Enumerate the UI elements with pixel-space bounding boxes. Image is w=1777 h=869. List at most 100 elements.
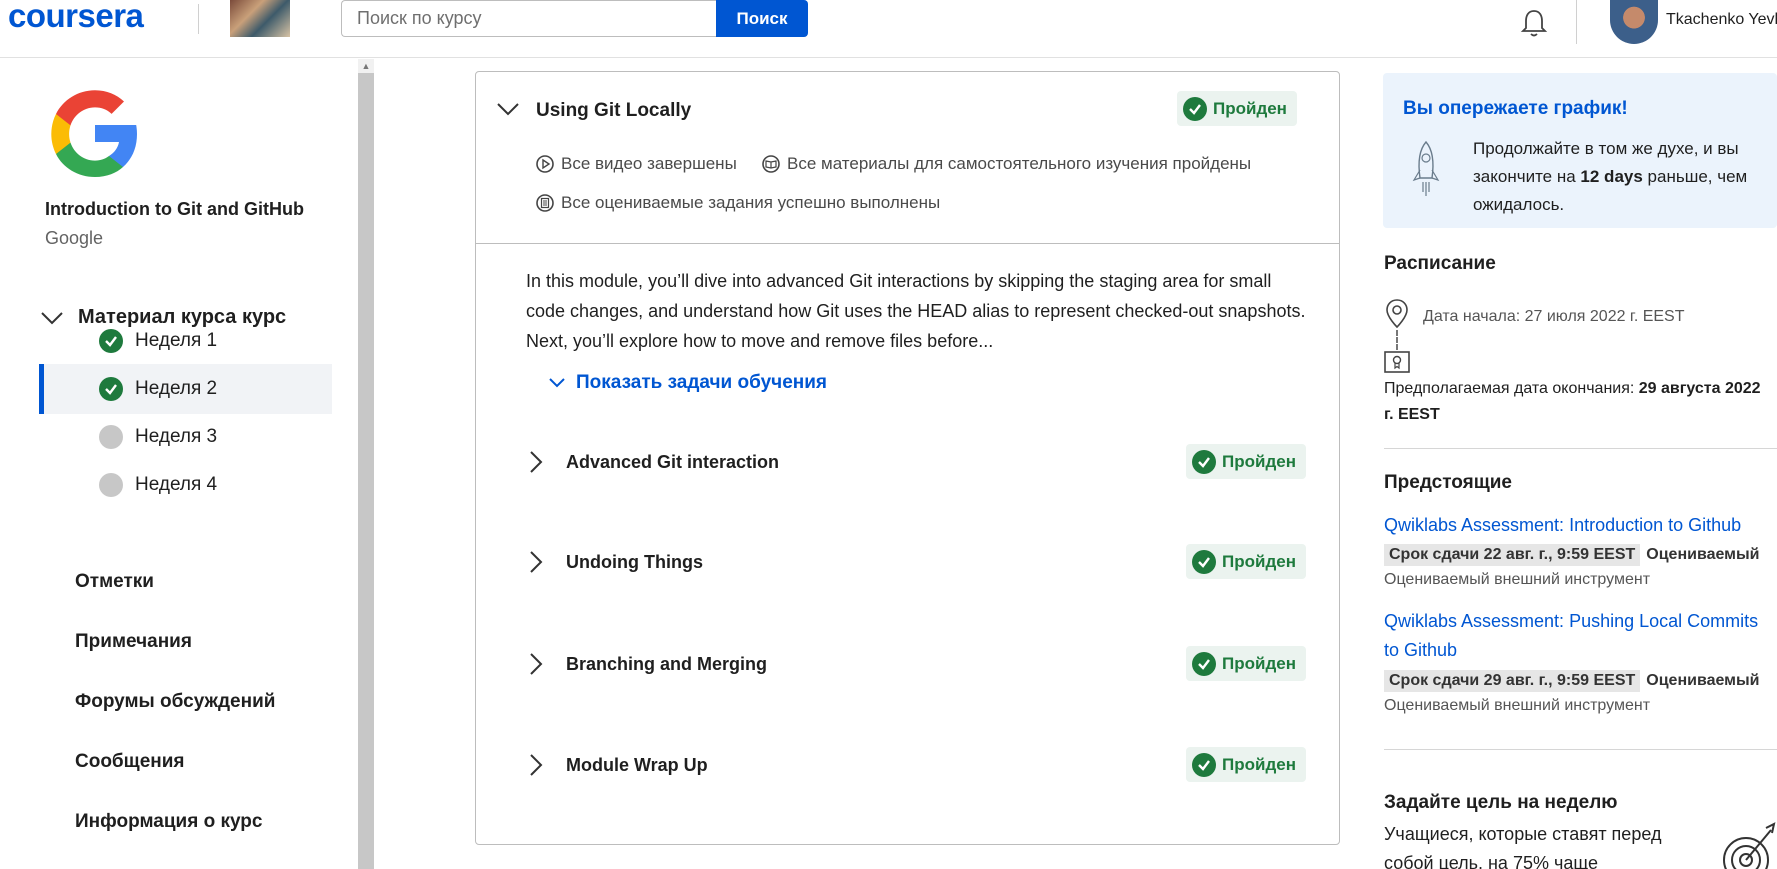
upcoming-assignment-link[interactable]: Qwiklabs Assessment: Introduction to Git… (1384, 511, 1777, 540)
chevron-right-icon (530, 551, 543, 573)
lesson-row[interactable]: Module Wrap Up Пройден (526, 745, 1306, 785)
ahead-title: Вы опережаете график! (1403, 98, 1628, 119)
course-title[interactable]: Introduction to Git and GitHub (45, 199, 304, 220)
assignment-type: Оцениваемый внешний инструмент (1384, 697, 1651, 714)
due-date-badge: Срок сдачи 29 авг. г., 9:59 EEST (1384, 670, 1641, 692)
chevron-right-icon (530, 653, 543, 675)
sidebar-link-grades[interactable]: Отметки (75, 571, 154, 593)
avatar[interactable] (1610, 0, 1658, 44)
upcoming-assignment-link[interactable]: Qwiklabs Assessment: Pushing Local Commi… (1384, 607, 1777, 665)
rocket-icon (1412, 140, 1440, 196)
assignment-meta: Срок сдачи 29 авг. г., 9:59 EEST Оценива… (1384, 670, 1760, 692)
lesson-row[interactable]: Branching and Merging Пройден (526, 644, 1306, 684)
certificate-icon (1384, 351, 1410, 373)
completed-badge: Пройден (1186, 646, 1306, 681)
course-thumbnail[interactable] (230, 0, 290, 37)
sidebar-link-messages[interactable]: Сообщения (75, 751, 185, 773)
sidebar-item-week-4[interactable]: Неделя 4 (39, 460, 332, 510)
lesson-title: Advanced Git interaction (566, 451, 780, 472)
incomplete-circle-icon (99, 425, 123, 449)
sidebar-item-week-3[interactable]: Неделя 3 (39, 412, 332, 462)
lesson-title: Undoing Things (566, 551, 703, 572)
ahead-text: Продолжайте в том же духе, и вы закончит… (1473, 135, 1763, 219)
username[interactable]: Tkachenko Yevh (1666, 11, 1777, 29)
sidebar-link-course-info[interactable]: Информация о курс (75, 811, 262, 833)
sidebar-link-notes[interactable]: Примечания (75, 631, 192, 653)
stat-readings: Все материалы для самостоятельного изуче… (761, 154, 1251, 174)
week-label: Неделя 3 (135, 426, 218, 447)
badge-label: Пройден (1222, 451, 1296, 471)
course-sidebar: Introduction to Git and GitHub Google Ма… (0, 59, 358, 869)
completed-badge: Пройден (1177, 91, 1297, 126)
coursera-logo[interactable]: coursera (8, 0, 144, 32)
stat-label: Все материалы для самостоятельного изуче… (787, 154, 1252, 173)
search-input[interactable] (341, 0, 717, 37)
play-circle-icon (536, 155, 554, 173)
chevron-right-icon (530, 754, 543, 776)
bell-icon[interactable] (1517, 6, 1551, 40)
sidebar-item-week-2[interactable]: Неделя 2 (39, 364, 332, 414)
week-label: Неделя 2 (135, 378, 218, 399)
graded-label: Оцениваемый (1646, 672, 1760, 689)
top-header: coursera Поиск Tkachenko Yevh (0, 0, 1777, 58)
divider (1384, 749, 1777, 750)
chevron-down-icon[interactable] (496, 100, 520, 120)
book-circle-icon (762, 155, 780, 173)
stat-videos: Все видео завершены (535, 154, 737, 174)
sidebar-item-week-1[interactable]: Неделя 1 (39, 316, 332, 366)
end-date-label: Предполагаемая дата окончания: (1384, 380, 1639, 397)
check-circle-icon (1192, 752, 1217, 777)
incomplete-circle-icon (99, 473, 123, 497)
module-title: Using Git Locally (536, 100, 692, 121)
completed-badge: Пройден (1186, 444, 1306, 479)
start-date: Дата начала: 27 июля 2022 г. EEST (1423, 308, 1685, 325)
divider (1384, 448, 1777, 449)
badge-label: Пройден (1222, 754, 1296, 774)
schedule-heading: Расписание (1384, 253, 1496, 274)
stat-graded: Все оцениваемые задания успешно выполнен… (535, 193, 940, 213)
goal-text: Учащиеся, которые ставят перед собой цел… (1384, 824, 1662, 869)
google-logo-icon (51, 90, 137, 177)
lesson-title: Module Wrap Up (566, 754, 708, 775)
map-pin-icon (1386, 299, 1408, 329)
check-circle-icon (99, 377, 123, 401)
search-bar: Поиск (341, 0, 808, 37)
upcoming-heading: Предстоящие (1384, 472, 1512, 493)
week-label: Неделя 1 (135, 330, 218, 351)
badge-label: Пройден (1222, 653, 1296, 673)
sidebar-scrollbar[interactable] (358, 59, 374, 869)
header-divider (1576, 0, 1577, 44)
completed-badge: Пройден (1186, 747, 1306, 782)
end-date: Предполагаемая дата окончания: 29 август… (1384, 376, 1764, 428)
ahead-of-schedule-panel: Вы опережаете график! Продолжайте в том … (1383, 73, 1777, 228)
schedule-connector (1396, 330, 1398, 350)
lesson-title: Branching and Merging (566, 653, 768, 674)
graded-label: Оцениваемый (1646, 546, 1760, 563)
assignment-meta: Срок сдачи 22 авг. г., 9:59 EEST Оценива… (1384, 544, 1760, 566)
lesson-row[interactable]: Advanced Git interaction Пройден (526, 442, 1306, 482)
goal-heading: Задайте цель на неделю (1384, 792, 1618, 813)
course-organization: Google (45, 228, 104, 248)
due-date-badge: Срок сдачи 22 авг. г., 9:59 EEST (1384, 544, 1641, 566)
module-card: Using Git Locally Пройден Все видео заве… (475, 71, 1340, 845)
sidebar-link-forums[interactable]: Форумы обсуждений (75, 691, 275, 713)
module-header[interactable]: Using Git Locally Пройден Все видео заве… (476, 72, 1339, 244)
module-description: In this module, you’ll dive into advance… (526, 271, 1306, 351)
check-circle-icon (1192, 549, 1217, 574)
stat-label: Все оцениваемые задания успешно выполнен… (561, 193, 941, 212)
stat-label: Все видео завершены (561, 154, 737, 173)
chevron-right-icon (530, 451, 543, 473)
scroll-up-arrow-icon[interactable]: ▲ (358, 59, 374, 73)
ahead-days: 12 days (1580, 167, 1643, 186)
show-objectives-button[interactable]: Показать задачи обучения (548, 372, 827, 394)
chevron-down-icon (549, 378, 565, 388)
check-circle-icon (1192, 449, 1217, 474)
badge-label: Пройден (1222, 551, 1296, 571)
assignment-circle-icon (536, 194, 554, 212)
badge-label: Пройден (1213, 98, 1287, 118)
target-icon (1723, 822, 1776, 869)
completed-badge: Пройден (1186, 544, 1306, 579)
assignment-type: Оцениваемый внешний инструмент (1384, 571, 1651, 588)
search-button[interactable]: Поиск (716, 0, 808, 37)
lesson-row[interactable]: Undoing Things Пройден (526, 542, 1306, 582)
